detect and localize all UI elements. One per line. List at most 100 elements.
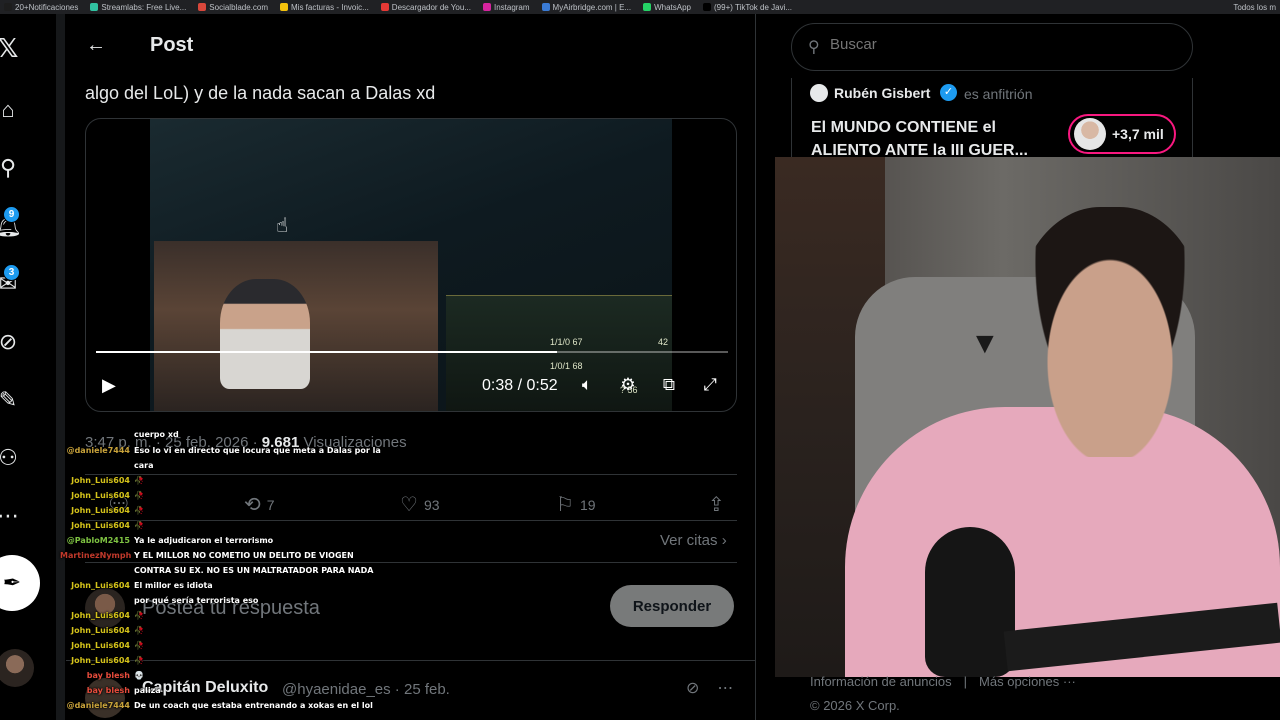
like-action[interactable]: ♡ 93: [400, 492, 440, 517]
hud-score-right: 42: [658, 337, 669, 347]
bookmark-favicon-icon: [198, 3, 207, 11]
x-logo-icon[interactable]: 𝕏: [0, 33, 22, 63]
bookmark-item[interactable]: WhatsApp: [639, 3, 699, 12]
bookmark-item[interactable]: Mis facturas - Invoic...: [276, 3, 377, 12]
bookmark-favicon-icon: [4, 3, 12, 11]
divider: [66, 660, 755, 661]
repost-icon: ⟲: [244, 494, 261, 516]
verified-badge-icon: ✓: [940, 84, 957, 101]
page-title: Post: [150, 34, 194, 56]
post-text: algo del LoL) y de la nada sacan a Dalas…: [85, 83, 436, 103]
views-label: Visualizaciones: [299, 434, 407, 451]
repost-count: 7: [266, 496, 275, 513]
webcam-head: [1015, 207, 1205, 457]
chair-logo-icon: ▼: [970, 327, 1000, 360]
home-icon[interactable]: ⌂: [0, 96, 22, 124]
bookmark-item[interactable]: Socialblade.com: [194, 3, 276, 12]
bookmark-item[interactable]: MyAirbridge.com | E...: [538, 3, 640, 12]
divider: [85, 562, 737, 563]
bookmark-label: 20+Notificaciones: [15, 2, 79, 12]
hud-score-1: 1/1/0 67: [550, 337, 583, 347]
footer-separator: |: [963, 674, 968, 689]
bookmark-item[interactable]: Instagram: [479, 3, 538, 12]
space-title: El MUNDO CONTIENE el ALIENTO ANTE la III…: [811, 119, 1028, 159]
bookmark-count: 19: [579, 496, 596, 513]
chevron-right-icon: ›: [721, 532, 727, 549]
play-icon[interactable]: ▶: [102, 375, 122, 395]
microphone-icon: [925, 527, 1015, 677]
search-box[interactable]: ⚲: [791, 23, 1193, 71]
profile-icon[interactable]: ⚇: [0, 444, 22, 472]
bookmark-action[interactable]: ⚐ 19: [556, 492, 596, 517]
comment-actions: ⊘ ⋯: [686, 678, 733, 698]
compose-post-button[interactable]: ✒: [0, 555, 40, 611]
post-timestamp[interactable]: 3:47 p. m. · 25 feb. 2026 ·: [85, 434, 262, 451]
main-column: ← Post algo del LoL) y de la nada sacan …: [66, 14, 756, 720]
more-options-icon[interactable]: ⋯: [717, 678, 733, 698]
streamer-webcam: ▼: [775, 157, 1280, 677]
search-input[interactable]: [830, 36, 1170, 53]
bookmarks-bar: 20+Notificaciones Streamlabs: Free Live..…: [0, 0, 1280, 14]
view-quotes-link[interactable]: Ver citas ›: [660, 532, 727, 549]
bookmark-icon: ⚐: [556, 494, 574, 516]
ads-info-link[interactable]: Información de anuncios: [810, 674, 952, 689]
all-bookmarks[interactable]: Todos los m: [1229, 0, 1276, 14]
bookmark-label: (99+) TikTok de Javi...: [714, 2, 793, 12]
bookmark-favicon-icon: [541, 3, 550, 11]
video-player[interactable]: 1/1/0 67 1/0/1 68 ? 56 42 ▶ 0:38 / 0:52 …: [85, 118, 737, 412]
view-quotes-label: Ver citas: [660, 532, 718, 549]
repost-action[interactable]: ⟲ 7: [244, 492, 275, 517]
more-icon[interactable]: ⋯: [0, 502, 22, 530]
back-arrow-icon[interactable]: ←: [86, 34, 108, 56]
account-avatar[interactable]: [0, 649, 34, 687]
bookmark-favicon-icon: [280, 3, 288, 11]
bookmark-item[interactable]: Streamlabs: Free Live...: [86, 3, 194, 12]
reply-input[interactable]: Postea tu respuesta: [142, 597, 320, 620]
listener-count: +3,7 mil: [1112, 126, 1164, 142]
host-role: es anfitrión: [964, 86, 1033, 102]
space-listeners-pill[interactable]: +3,7 mil: [1068, 114, 1176, 154]
search-icon: ⚲: [808, 39, 820, 56]
bookmark-label: Streamlabs: Free Live...: [101, 2, 187, 12]
video-streamer: [220, 279, 310, 389]
fullscreen-icon[interactable]: ⤢: [699, 374, 721, 396]
grok-icon[interactable]: ⊘: [0, 328, 22, 356]
more-options-link[interactable]: Más opciones ···: [979, 674, 1076, 689]
picture-in-picture-icon[interactable]: ⧉: [658, 374, 680, 396]
reply-avatar: [85, 588, 125, 628]
lists-icon[interactable]: ✎: [0, 386, 22, 414]
live-space-card[interactable]: Rubén Gisbert ✓ es anfitrión El MUNDO CO…: [791, 78, 1193, 159]
bookmark-favicon-icon: [380, 3, 389, 11]
scrollbar[interactable]: [56, 14, 65, 720]
share-action[interactable]: ⇪: [708, 492, 725, 517]
video-frame: [150, 119, 672, 411]
host-name: Rubén Gisbert: [834, 85, 931, 101]
mouse-cursor-icon: ☝: [276, 215, 289, 237]
explore-icon[interactable]: ⚲: [0, 154, 22, 182]
comment-avatar[interactable]: [85, 678, 125, 718]
comment-author[interactable]: Capitán Deluxito: [142, 679, 268, 697]
video-progress-bar[interactable]: [96, 351, 728, 353]
post-meta: 3:47 p. m. · 25 feb. 2026 · 9.681 Visual…: [85, 434, 407, 451]
bookmark-item[interactable]: 20+Notificaciones: [0, 3, 86, 12]
bookmark-item[interactable]: (99+) TikTok de Javi...: [699, 3, 800, 12]
host-avatar: [810, 84, 828, 102]
footer-links: Información de anuncios | Más opciones ·…: [810, 674, 1076, 689]
video-time: 0:38 / 0:52: [482, 377, 558, 394]
divider: [85, 474, 737, 475]
bookmark-item[interactable]: Descargador de You...: [377, 3, 479, 12]
bookmark-label: Socialblade.com: [209, 2, 268, 12]
left-navigation: 𝕏 ⌂ ⚲ 🔔︎ 9 ✉ 3 ⊘ ✎ ⚇ ⋯ ✒: [0, 14, 56, 720]
grok-icon[interactable]: ⊘: [686, 678, 699, 698]
bookmark-favicon-icon: [703, 3, 711, 11]
reply-action[interactable]: 💬︎: [106, 492, 131, 517]
bookmark-label: MyAirbridge.com | E...: [552, 2, 632, 12]
volume-icon[interactable]: 🔈︎: [576, 374, 598, 396]
heart-icon: ♡: [400, 494, 418, 516]
bookmark-label: Descargador de You...: [391, 2, 471, 12]
comment-handle[interactable]: @hyaenidae_es · 25 feb.: [282, 681, 450, 698]
bookmark-favicon-icon: [482, 3, 491, 11]
reply-button[interactable]: Responder: [610, 585, 734, 627]
divider: [85, 520, 737, 521]
settings-gear-icon[interactable]: ⚙: [617, 374, 639, 396]
